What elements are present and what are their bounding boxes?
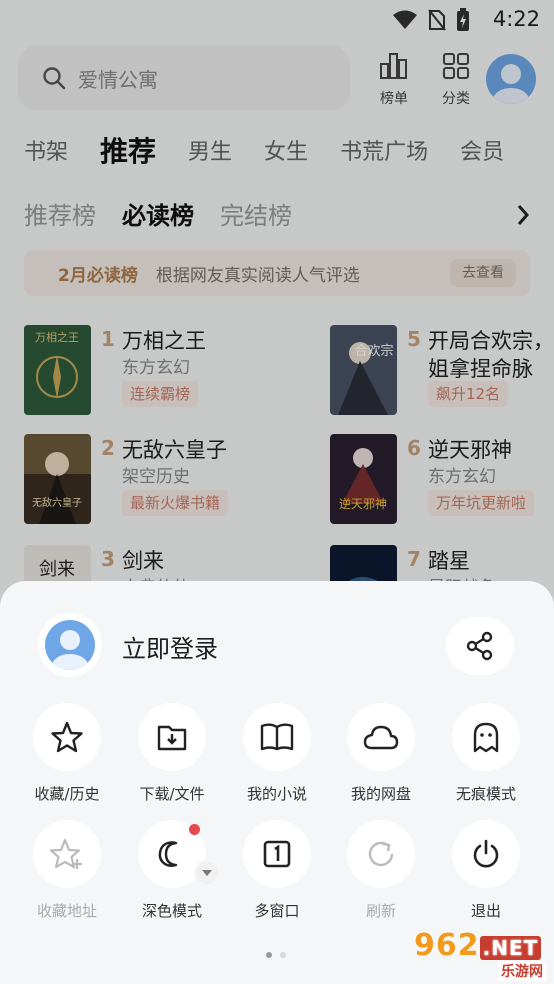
moon-icon xyxy=(158,841,178,867)
notification-dot xyxy=(189,824,200,835)
page-indicator xyxy=(266,952,286,958)
star-plus-icon xyxy=(49,838,82,869)
incognito-label: 无痕模式 xyxy=(455,785,516,803)
power-icon xyxy=(473,839,499,868)
download-files-button[interactable]: 下载/文件 xyxy=(122,703,222,804)
user-avatar-icon xyxy=(52,630,88,670)
favorites-history-button[interactable]: 收藏/历史 xyxy=(17,703,117,804)
my-novels-button[interactable]: 我的小说 xyxy=(227,703,327,804)
login-avatar[interactable] xyxy=(38,613,102,677)
site-watermark-logo: 962 .NET 乐游网 xyxy=(414,931,552,981)
share-button[interactable] xyxy=(446,617,514,675)
download-files-label: 下载/文件 xyxy=(139,785,205,803)
multi-window-label: 多窗口 xyxy=(254,902,300,920)
cloud-icon xyxy=(363,725,399,750)
chevron-down-icon xyxy=(202,870,212,876)
window-icon xyxy=(263,840,291,868)
ghost-icon xyxy=(473,722,499,753)
login-button[interactable]: 立即登录 xyxy=(122,629,218,664)
my-cloud-label: 我的网盘 xyxy=(350,785,411,803)
book-icon xyxy=(260,723,294,751)
my-cloud-button[interactable]: 我的网盘 xyxy=(331,703,431,804)
menu-sheet: 立即登录 收藏/历史 下载/文件 我的小说 我的网盘 无痕模式 收藏地址 深色模… xyxy=(0,581,554,984)
page-dot xyxy=(280,952,286,958)
favorites-history-label: 收藏/历史 xyxy=(34,785,100,803)
dark-mode-options-button[interactable] xyxy=(194,860,220,886)
dark-mode-label: 深色模式 xyxy=(141,902,202,920)
bookmark-address-button[interactable]: 收藏地址 xyxy=(17,820,117,921)
exit-label: 退出 xyxy=(470,902,501,920)
incognito-button[interactable]: 无痕模式 xyxy=(436,703,536,804)
refresh-icon xyxy=(368,841,394,867)
refresh-label: 刷新 xyxy=(365,902,396,920)
download-folder-icon xyxy=(157,725,187,751)
refresh-button[interactable]: 刷新 xyxy=(331,820,431,921)
page-dot-active xyxy=(266,952,272,958)
watermark-main: 962 xyxy=(414,928,480,963)
watermark-suffix: .NET xyxy=(479,936,542,960)
bookmark-address-label: 收藏地址 xyxy=(36,902,97,920)
multi-window-button[interactable]: 多窗口 xyxy=(227,820,327,921)
star-icon xyxy=(51,721,83,753)
my-novels-label: 我的小说 xyxy=(246,785,307,803)
dark-mode-button[interactable]: 深色模式 xyxy=(122,820,222,921)
exit-button[interactable]: 退出 xyxy=(436,820,536,921)
share-icon xyxy=(466,631,493,661)
watermark-sub: 乐游网 xyxy=(498,961,546,981)
